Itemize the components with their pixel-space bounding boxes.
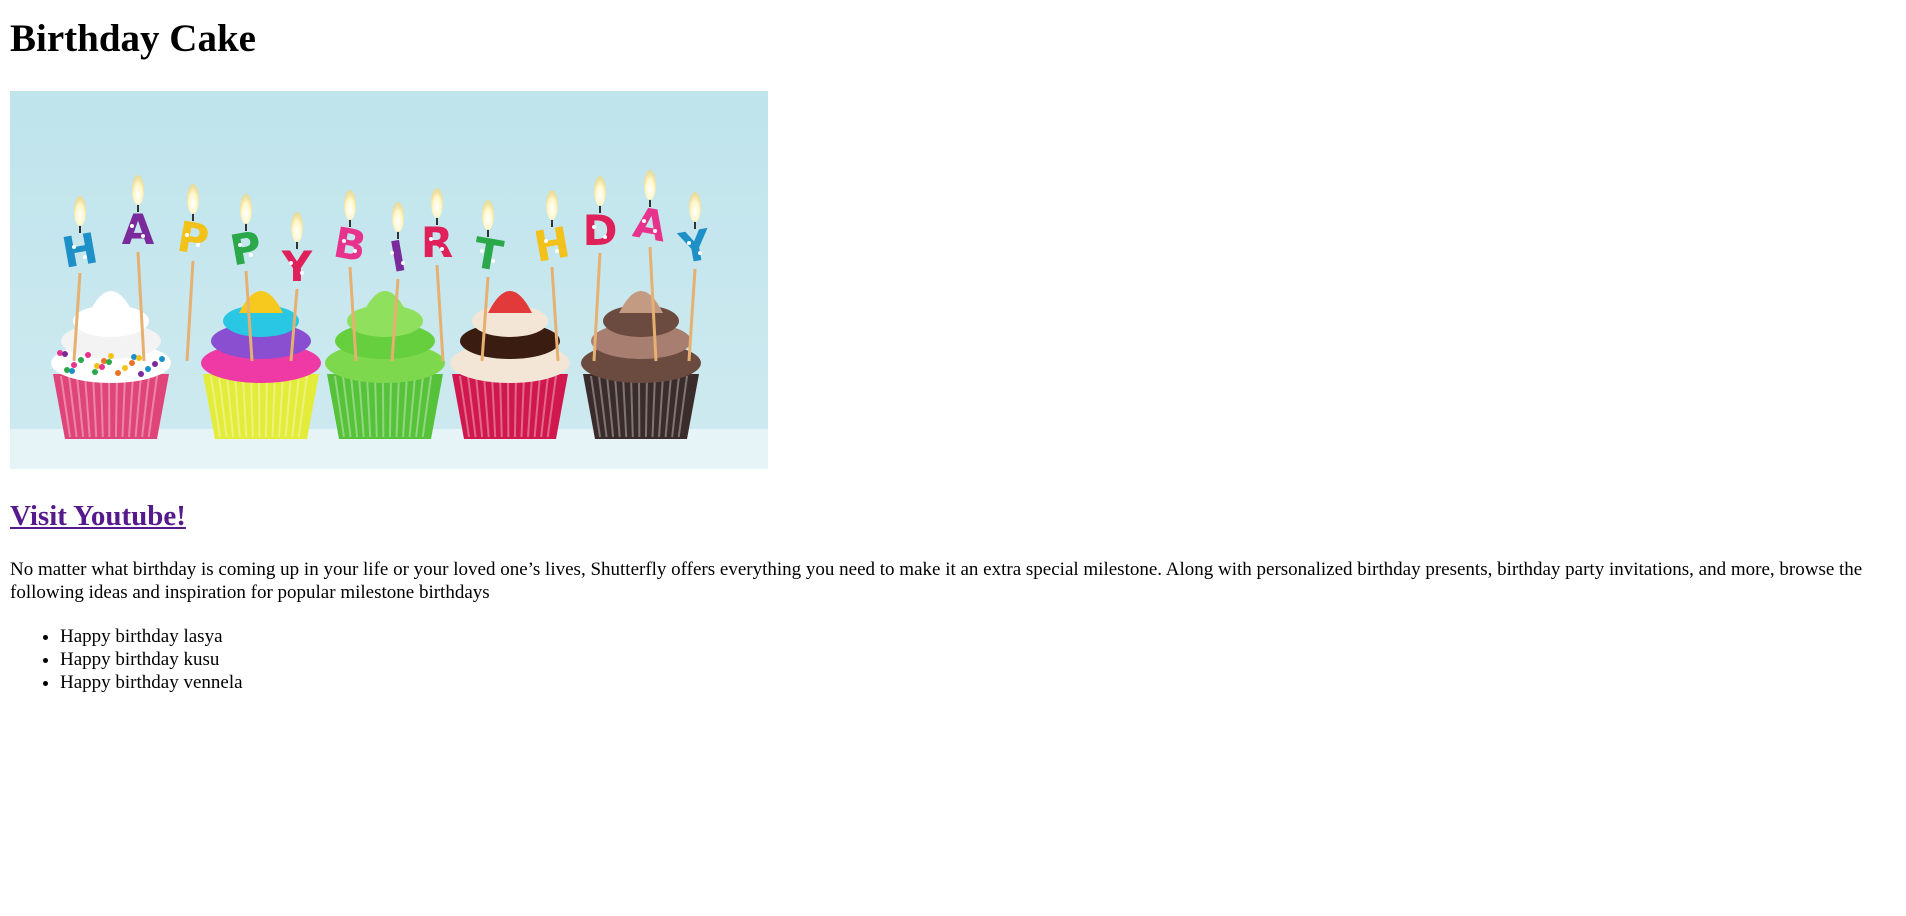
wishes-list: Happy birthday lasya Happy birthday kusu… xyxy=(10,625,243,694)
intro-paragraph: No matter what birthday is coming up in … xyxy=(10,559,1863,603)
svg-text:A: A xyxy=(122,205,155,254)
svg-text:D: D xyxy=(583,206,618,255)
visit-youtube-link[interactable]: Visit Youtube! xyxy=(10,500,186,532)
youtube-heading: Visit Youtube! xyxy=(10,496,186,536)
page: Birthday Cake HAPPYBIRTHDAY Visit Youtub… xyxy=(0,0,1906,916)
list-item: Happy birthday kusu xyxy=(60,648,243,671)
birthday-cupcakes-image: HAPPYBIRTHDAY xyxy=(10,91,768,469)
list-item: Happy birthday lasya xyxy=(60,625,243,648)
list-item: Happy birthday vennela xyxy=(60,671,243,694)
svg-text:Y: Y xyxy=(281,242,313,291)
page-title: Birthday Cake xyxy=(10,17,256,60)
svg-text:R: R xyxy=(421,218,453,267)
